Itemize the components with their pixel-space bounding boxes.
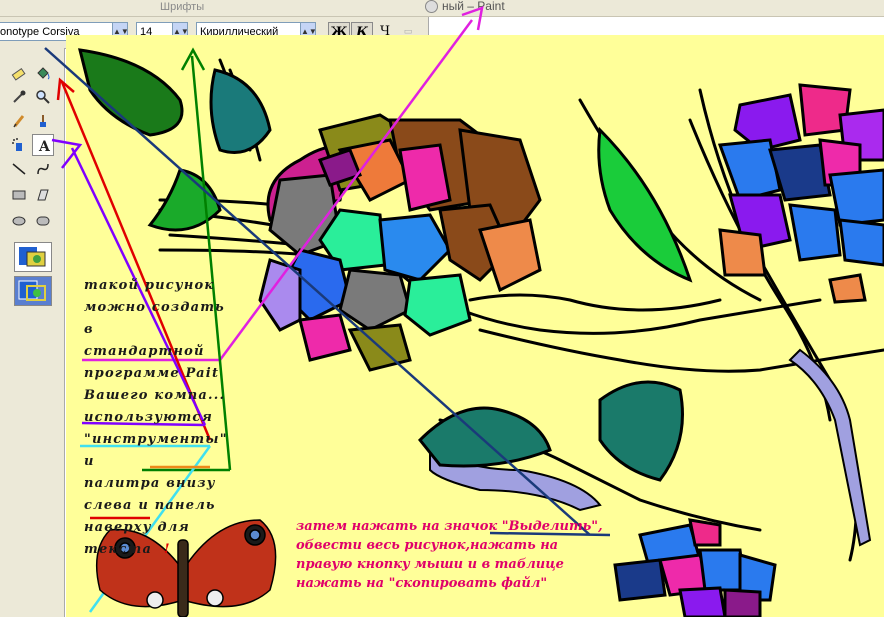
note-left-line: используются [84,410,214,425]
note-left-line: текста ! [84,539,234,561]
paint-window: Шрифты ный – Paint onotype Corsiva ▲▼ 14 ▲… [0,0,884,617]
note-bottom-line: правую кнопку мыши и в таблице [296,557,564,572]
note-left-line: такой рисунок [84,278,215,293]
note-left-last-word: текста [84,542,153,557]
instruction-note-bottom: затем нажать на значок "Выделить", обвес… [296,517,626,593]
note-left-line: программе Pait [84,366,220,381]
note-bottom-line: затем нажать на значок "Выделить", [296,519,603,534]
note-left-line: стандартной [84,344,205,359]
note-left-line: "инструменты" и [84,432,228,469]
note-bottom-line: обвести весь рисунок,нажать на [296,538,559,553]
note-left-line: можно создать в [84,300,225,337]
note-left-line: Вашего компа... [84,388,226,403]
note-left-line: наверху для [84,520,190,535]
note-left-line: слева и панель [84,498,216,513]
note-bottom-line: нажать на "скопировать файл" [296,576,548,591]
exclamation-mark: ! [163,542,171,557]
note-left-line: палитра внизу [84,476,216,491]
instruction-note-left: такой рисунок можно создать в стандартно… [84,275,234,561]
